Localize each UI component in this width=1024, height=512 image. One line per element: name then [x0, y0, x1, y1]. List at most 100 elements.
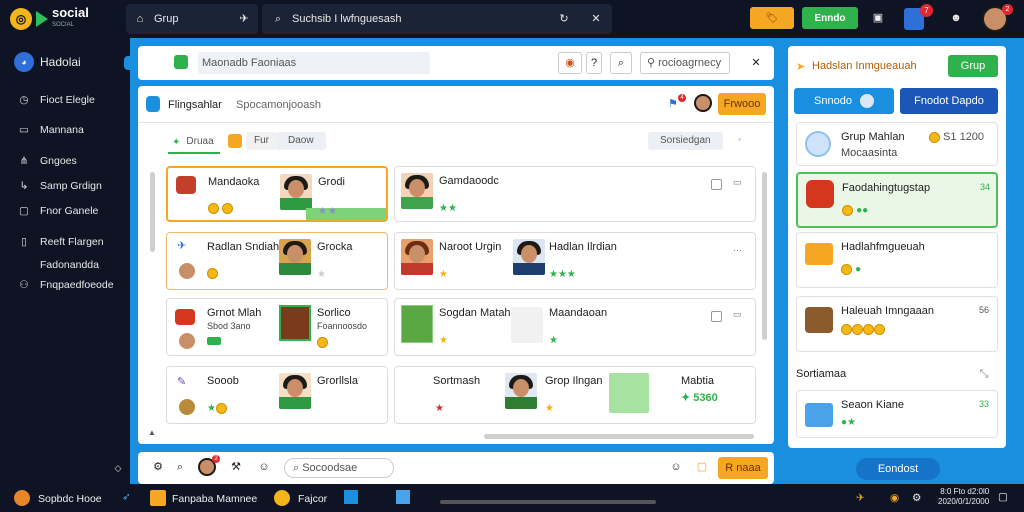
grid-icon[interactable]: ▣ [872, 12, 884, 24]
item-coins: ● [841, 263, 861, 275]
bird-icon[interactable]: ➶ [122, 491, 131, 503]
taskbar-browser-label[interactable]: Sopbdc Hooe [38, 493, 102, 505]
edit-icon[interactable]: ? [586, 52, 602, 74]
card-value: ✦ 5360 [681, 392, 718, 404]
chrome-icon[interactable] [274, 490, 290, 506]
refresh-icon[interactable]: ↻ [558, 13, 570, 25]
brand-name: social [52, 5, 89, 20]
item-title: Haleuah Imngaaan [841, 305, 934, 317]
settings-icon[interactable]: ⚙ [152, 461, 164, 473]
collapse-icon[interactable]: ⤡ [978, 368, 990, 380]
right-item-1[interactable]: Grup Mahlan Mocaasinta S1 1200 [796, 122, 998, 166]
smile-icon[interactable]: ☺ [670, 461, 682, 473]
filter-icon[interactable]: ⌕ [610, 52, 632, 74]
sidebar-header[interactable]: ◕ Hadolai [0, 38, 130, 72]
item-value: 33 [979, 399, 990, 409]
store-icon[interactable] [344, 490, 358, 504]
vertical-scrollbar[interactable] [150, 172, 155, 252]
item-title: Seaon Kiane [841, 399, 904, 411]
sidebar-item-sub[interactable]: Fadonandda [40, 259, 99, 271]
tab-daow[interactable]: Daow [276, 132, 326, 150]
right-item-3[interactable]: Hadlahfmgueuah ● [796, 232, 998, 288]
sidebar-item-design[interactable]: ↳ Samp Grdign [18, 180, 102, 192]
chat-search-input[interactable]: ⌕ Socoodsae [284, 458, 394, 478]
tray-icon-1[interactable]: ✈ [856, 492, 865, 504]
wrench-icon[interactable]: ⚒ [230, 461, 242, 473]
tab-label: Daow [276, 132, 326, 150]
taskbar-app-label[interactable]: Fanpaba Mamnee [172, 493, 257, 505]
sidebar-item-requests[interactable]: ⚇ Fnqpaedfoeode [18, 279, 113, 291]
sidebar-item-flags[interactable]: ▯ Reeft Flargen [18, 236, 104, 248]
grup-button[interactable]: Grup [948, 55, 998, 77]
screen-icon: ▭ [19, 124, 29, 136]
sidebar-collapse-handle[interactable] [124, 56, 132, 70]
notify-button[interactable]: 🏷 [750, 7, 794, 29]
card-title: Sooob [207, 375, 239, 387]
emoji-icon[interactable]: ☻ [950, 12, 962, 24]
card-checkbox[interactable] [711, 179, 722, 190]
share-icon[interactable]: ⚑ [668, 97, 678, 110]
notifications-icon[interactable]: ▢ [998, 491, 1008, 503]
tab-fur[interactable]: Fur [228, 132, 277, 150]
main-action-button[interactable]: Frwooo [718, 93, 766, 115]
member-avatar[interactable] [694, 94, 712, 112]
enable-button[interactable]: Enndo [802, 7, 858, 29]
card-menu-icon[interactable]: ⋯ [733, 245, 742, 256]
card-menu-icon[interactable]: ▭ [733, 309, 742, 320]
sidebar-item-games[interactable]: ⋔ Gngoes [18, 155, 77, 167]
card-gamdaoodc[interactable]: Gamdaoodc ★★ ▭ [394, 166, 756, 222]
card-mandaoka[interactable]: Mandaoka Grodi ★★ [166, 166, 388, 222]
emoji-small-icon[interactable]: ☺ [258, 461, 270, 473]
small-avatar [179, 333, 195, 349]
sidebar-item-panel[interactable]: ▢ Fnor Ganele [18, 205, 98, 217]
scroll-up-icon[interactable]: ▲ [148, 428, 156, 437]
card-sooob[interactable]: ✎ Sooob ★ Grorllsla [166, 366, 388, 424]
card-stars-2: ★ [545, 403, 555, 414]
card-title-2: Grocka [317, 241, 353, 253]
tab-label: Druaa [186, 136, 214, 147]
card-sogdan[interactable]: Sogdan Matah ★ Maandaoan ★ ▭ [394, 298, 756, 356]
taskbar: Sopbdc Hooe ➶ Fanpaba Mamnee Fajcor ✈ ◉ … [0, 484, 1024, 512]
app-logo[interactable]: ◎ social SOCIAL [0, 5, 122, 31]
right-bottom-button[interactable]: Eondost [856, 458, 940, 480]
sort-dropdown[interactable]: ⚲ rocioagrnecy [640, 52, 730, 74]
sidebar-item-feed[interactable]: ◷ Fioct Elegle [18, 94, 94, 106]
right-item-4[interactable]: Haleuah Imngaaan 56 [796, 296, 998, 352]
right-item-2[interactable]: Faodahingtugstap ●● 34 [796, 172, 998, 228]
filter-button[interactable]: Sorsiedgan [648, 132, 723, 150]
pin-icon[interactable]: ✈ [238, 13, 250, 25]
right-tab-1[interactable]: Snnodo [794, 88, 894, 114]
card-sortmash[interactable]: Sortmash ★ Grop Ilngan ★ Mabtia ✦ 5360 [394, 366, 756, 424]
tray-icon-2[interactable]: ◉ [890, 492, 899, 504]
search-icon: ⌕ [274, 13, 282, 25]
address-bar[interactable]: ⌕ Suchsib I lwfnguesash ↻ ✕ [262, 4, 612, 34]
sticker-icon[interactable]: ▢ [696, 461, 708, 473]
tray-icon-3[interactable]: ⚙ [912, 492, 921, 504]
card-menu-icon[interactable]: ▭ [733, 177, 742, 188]
more-icon[interactable]: ◦ [738, 134, 741, 144]
card-checkbox[interactable] [711, 311, 722, 322]
clock[interactable]: 8:0 Fto d2:0l0 2020/0/1/2000 [938, 487, 989, 507]
card-grnot[interactable]: Grnot Mlah Sbod 3ano Sorlico Foannoosdo [166, 298, 388, 356]
card-naroot[interactable]: Naroot Urgin ★ Hadlan Ilrdian ★★★ ⋯ [394, 232, 756, 290]
sidebar-expand-icon[interactable]: ◇ [112, 462, 124, 474]
files-icon[interactable] [396, 490, 410, 504]
right-scrollbar[interactable] [762, 172, 767, 340]
send-button[interactable]: R naaa [718, 457, 768, 479]
fire-icon[interactable]: ◉ [558, 52, 582, 74]
close-icon[interactable]: ✕ [590, 13, 602, 25]
close-search-icon[interactable]: ✕ [750, 57, 762, 69]
app-icon[interactable] [150, 490, 166, 506]
browser-icon[interactable] [14, 490, 30, 506]
tab-group[interactable]: ⌂ Grup ✈ [126, 4, 258, 34]
sidebar-item-manage[interactable]: ▭ Mannana [18, 124, 84, 136]
search-input[interactable]: Maonadb Faoniaas [198, 52, 430, 74]
horizontal-scrollbar[interactable] [484, 434, 754, 439]
search-panel: Maonadb Faoniaas ◉ ? ⌕ ⚲ rocioagrnecy ✕ [138, 46, 774, 80]
search-small-icon[interactable]: ⌕ [174, 461, 186, 473]
tab-all[interactable]: ✦ Druaa [168, 132, 220, 154]
right-tab-2[interactable]: Fnodot Dapdo [900, 88, 998, 114]
right-item-5[interactable]: Seaon Kiane ●★ 33 [796, 390, 998, 438]
card-radlan[interactable]: ✈ Radlan Sndiah Grocka ★ [166, 232, 388, 290]
taskbar-app-label-2[interactable]: Fajcor [298, 493, 327, 505]
